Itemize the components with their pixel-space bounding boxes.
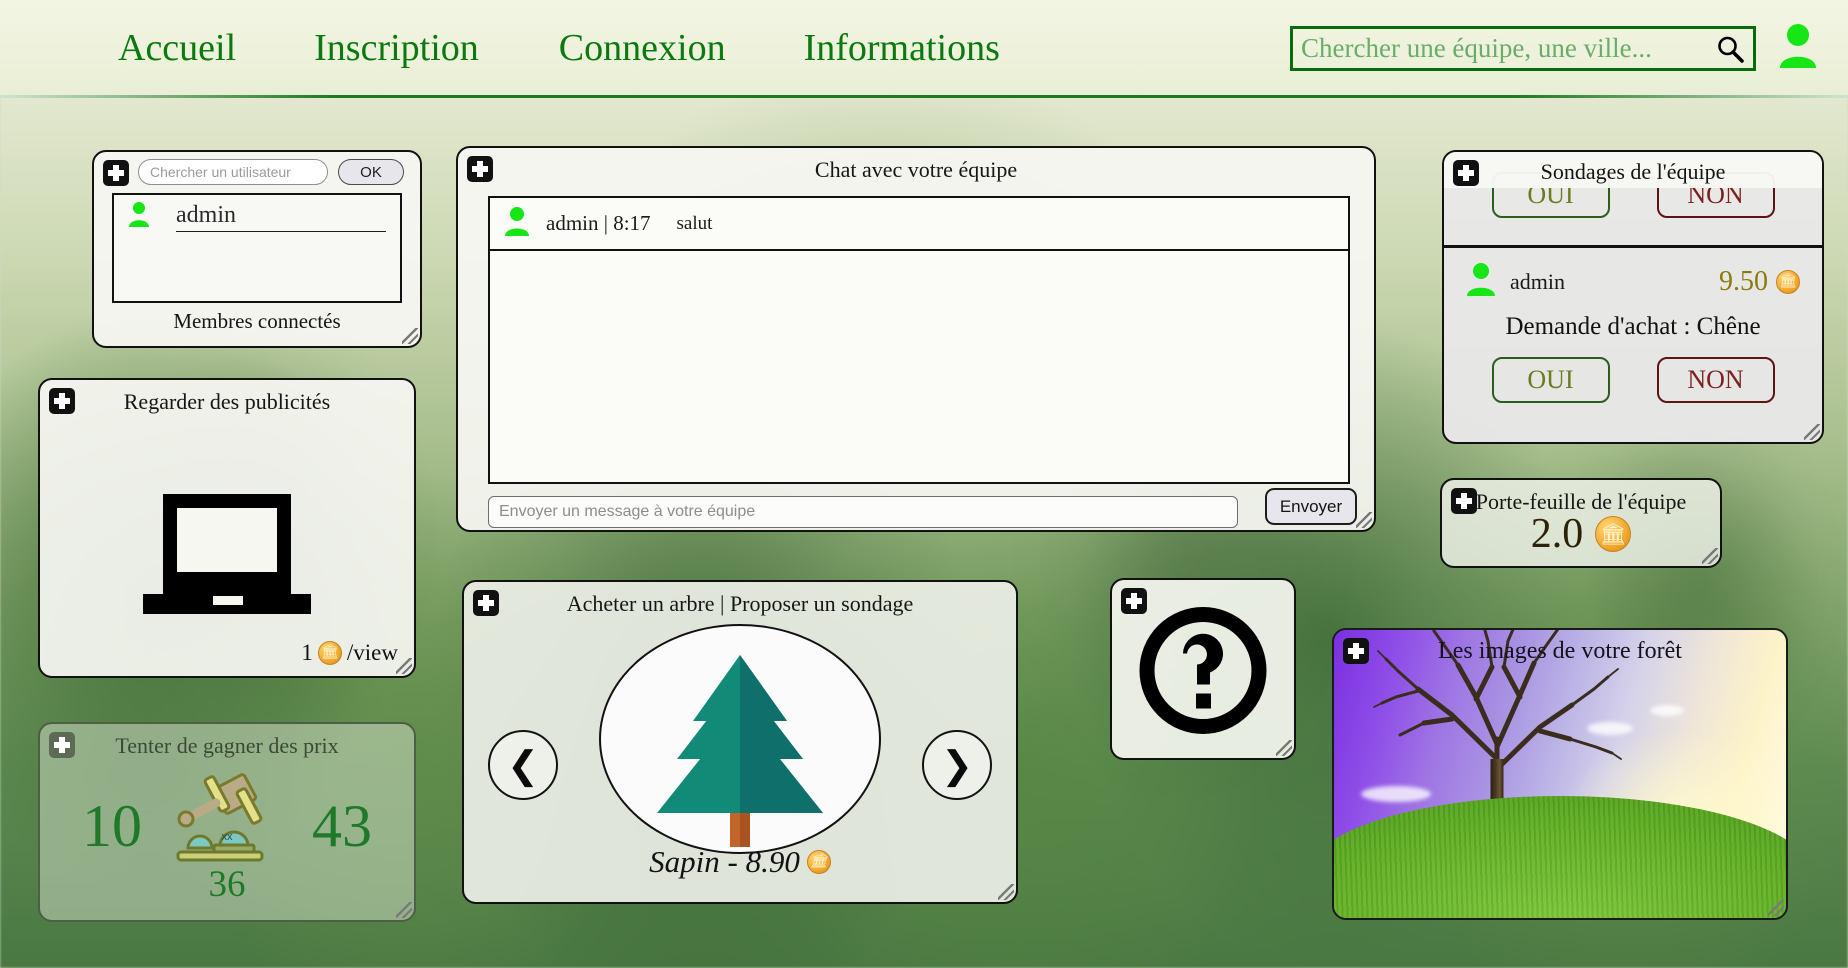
chat-message-list[interactable]: admin | 8:17 salut bbox=[488, 196, 1350, 484]
question-mark-circle-icon[interactable] bbox=[1136, 603, 1270, 742]
lottery-right-number: 43 bbox=[312, 793, 372, 859]
poll-amount-value: 9.50 bbox=[1719, 265, 1768, 297]
wallet-amount-value: 2.0 bbox=[1530, 511, 1584, 557]
ads-price: 1 🏛 /view bbox=[301, 640, 398, 666]
poll-entry: admin 9.50 🏛 Demande d'achat : Chêne OUI… bbox=[1444, 248, 1822, 442]
user-icon bbox=[1466, 262, 1496, 301]
shop-title: Acheter un arbre | Proposer un sondage bbox=[566, 591, 914, 616]
poll-amount: 9.50 🏛 bbox=[1719, 266, 1800, 298]
search-input[interactable] bbox=[1293, 29, 1707, 68]
resize-grip[interactable] bbox=[998, 884, 1014, 900]
chat-message: admin | 8:17 salut bbox=[490, 198, 1348, 251]
resize-grip[interactable] bbox=[396, 902, 412, 918]
team-chat-panel: Chat avec votre équipe admin | 8:17 salu… bbox=[456, 146, 1376, 532]
watch-ads-panel[interactable]: Regarder des publicités 1 🏛 /view bbox=[38, 378, 416, 678]
images-title: Les images de votre forêt bbox=[1438, 638, 1682, 664]
coin-icon: 🏛 bbox=[1776, 269, 1800, 294]
ads-price-value: 1 bbox=[301, 640, 313, 665]
ads-title: Regarder des publicités bbox=[123, 389, 331, 414]
fir-tree-icon bbox=[627, 647, 853, 852]
member-list[interactable]: admin bbox=[112, 193, 402, 303]
chevron-left-icon[interactable]: ❮ bbox=[488, 730, 558, 800]
shop-caption: Sapin - 8.90 🏛 bbox=[464, 844, 1016, 880]
poll-question: Demande d'achat : Chêne bbox=[1505, 313, 1761, 340]
chat-title: Chat avec votre équipe bbox=[814, 157, 1018, 182]
nav-accueil[interactable]: Accueil bbox=[118, 26, 236, 70]
chat-input[interactable] bbox=[488, 496, 1238, 528]
chat-send-button[interactable]: Envoyer bbox=[1265, 488, 1357, 525]
plus-badge-icon[interactable] bbox=[1453, 160, 1479, 186]
plus-badge-icon[interactable] bbox=[1451, 488, 1477, 514]
user-icon bbox=[128, 201, 150, 232]
coin-icon: 🏛 bbox=[806, 850, 831, 874]
lottery-title: Tenter de gagner des prix bbox=[115, 733, 339, 758]
resize-grip[interactable] bbox=[396, 658, 412, 674]
poll-no-button[interactable]: NON bbox=[1656, 357, 1775, 403]
plus-badge-icon[interactable] bbox=[1343, 638, 1369, 664]
poll-vote-buttons: OUI NON bbox=[1444, 357, 1822, 403]
site-header: Accueil Inscription Connexion Informatio… bbox=[0, 0, 1848, 98]
lottery-left-number: 10 bbox=[82, 793, 142, 859]
win-prizes-panel[interactable]: Tenter de gagner des prix 10 43 xx 36 bbox=[38, 722, 416, 922]
user-avatar-icon[interactable] bbox=[1778, 22, 1818, 73]
help-panel[interactable] bbox=[1110, 578, 1296, 760]
plus-badge-icon[interactable] bbox=[473, 590, 499, 616]
plus-badge-icon[interactable] bbox=[49, 732, 75, 758]
cloud bbox=[1650, 704, 1685, 716]
plus-badge-icon[interactable] bbox=[103, 160, 129, 186]
main-navigation: Accueil Inscription Connexion Informatio… bbox=[0, 26, 1080, 70]
buy-tree-panel: Acheter un arbre | Proposer un sondage ❮… bbox=[462, 580, 1018, 904]
polls-header: Sondages de l'équipe bbox=[1444, 152, 1822, 188]
poll-yes-button[interactable]: OUI bbox=[1491, 357, 1610, 403]
nav-informations[interactable]: Informations bbox=[804, 26, 1000, 70]
plus-badge-icon[interactable] bbox=[1121, 588, 1147, 614]
nav-connexion[interactable]: Connexion bbox=[559, 26, 726, 70]
laptop-icon bbox=[141, 492, 313, 627]
resize-grip[interactable] bbox=[1276, 740, 1292, 756]
team-wallet-panel[interactable]: Porte-feuille de l'équipe 2.0 🏛 bbox=[1440, 478, 1722, 568]
site-search bbox=[1290, 26, 1756, 71]
coin-icon: 🏛 bbox=[317, 641, 342, 665]
list-item[interactable]: admin bbox=[114, 195, 400, 232]
member-search-row: OK bbox=[94, 152, 420, 185]
bank-coin-icon: 🏛 bbox=[1595, 516, 1632, 552]
lottery-center-number: 36 bbox=[208, 864, 246, 905]
lottery-center: xx 36 bbox=[174, 770, 280, 906]
chat-message-text: salut bbox=[676, 212, 713, 234]
magnifier-icon[interactable] bbox=[1707, 34, 1753, 64]
members-footer-label: Membres connectés bbox=[173, 309, 341, 333]
svg-text:xx: xx bbox=[222, 831, 234, 843]
ads-price-suffix: /view bbox=[346, 640, 398, 665]
wallet-amount: 2.0 🏛 bbox=[1442, 510, 1720, 558]
shop-caption-text: Sapin - 8.90 bbox=[649, 844, 800, 879]
plus-badge-icon[interactable] bbox=[467, 156, 493, 182]
chat-message-meta: admin | 8:17 bbox=[546, 211, 651, 235]
forest-images-panel[interactable]: Les images de votre forêt bbox=[1332, 628, 1788, 920]
member-search-input[interactable] bbox=[138, 159, 328, 185]
connected-members-panel: OK admin Membres connectés bbox=[92, 150, 422, 348]
nav-inscription[interactable]: Inscription bbox=[314, 26, 479, 70]
resize-grip[interactable] bbox=[1356, 512, 1372, 528]
chevron-right-icon[interactable]: ❯ bbox=[922, 730, 992, 800]
member-search-ok-button[interactable]: OK bbox=[338, 159, 404, 185]
plus-badge-icon[interactable] bbox=[49, 388, 75, 414]
forest-photo bbox=[1334, 630, 1786, 918]
grass-hill bbox=[1334, 795, 1786, 918]
polls-title: Sondages de l'équipe bbox=[1540, 159, 1726, 184]
poll-author: admin bbox=[1510, 268, 1565, 294]
member-name: admin bbox=[176, 202, 386, 232]
team-polls-panel: OUI NON admin 9.50 🏛 Demande d'achat : C… bbox=[1442, 150, 1824, 444]
user-icon bbox=[504, 206, 530, 241]
poll-author-row: admin 9.50 🏛 bbox=[1444, 262, 1822, 301]
tree-preview bbox=[599, 624, 881, 854]
